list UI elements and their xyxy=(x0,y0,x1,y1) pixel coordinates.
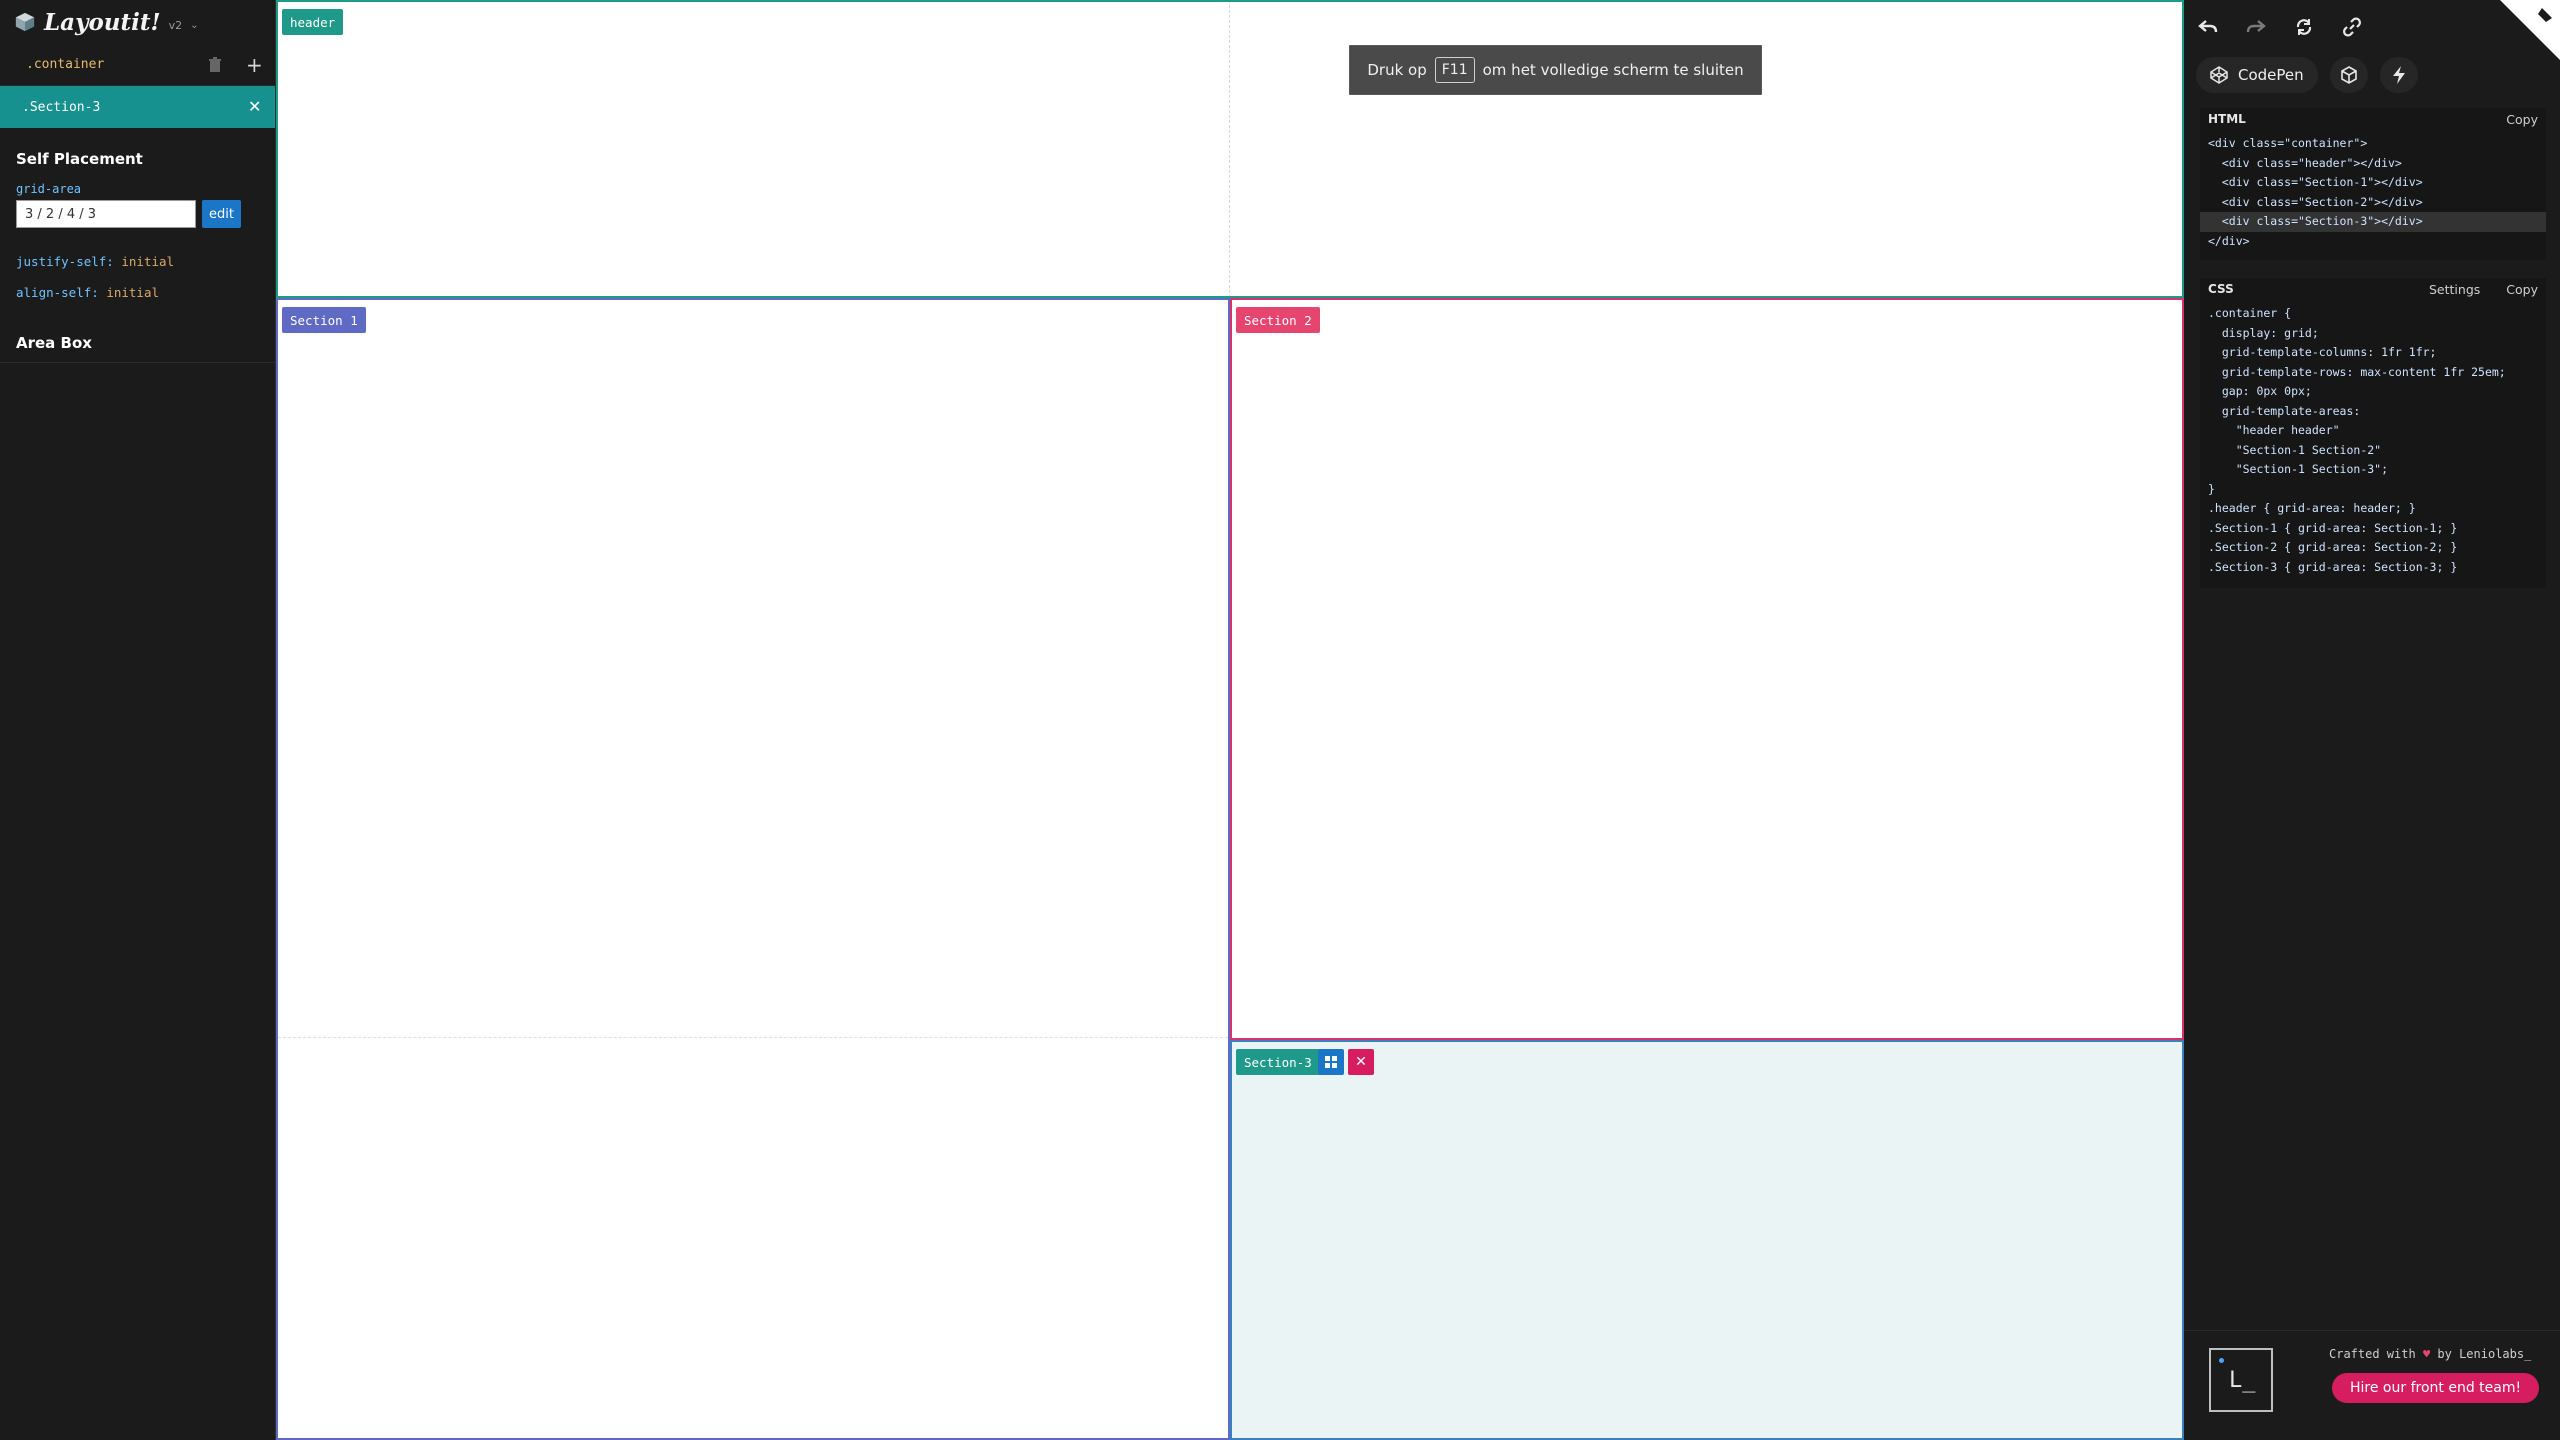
close-icon[interactable]: ✕ xyxy=(248,97,261,116)
align-self-key: align-self: xyxy=(16,285,99,300)
html-code-panel: HTML Copy <div class="container"> <div c… xyxy=(2200,108,2546,260)
logo-cube-icon xyxy=(15,12,35,32)
box-icon xyxy=(2340,66,2357,84)
logo-dot xyxy=(2219,1358,2224,1363)
refresh-icon xyxy=(2296,19,2312,35)
css_panel-line: .header { grid-area: header; } xyxy=(2208,501,2416,515)
self-placement-title: Self Placement xyxy=(16,150,143,168)
css_panel-line: .Section-3 { grid-area: Section-3; } xyxy=(2208,559,2458,574)
grid-icon xyxy=(1325,1056,1337,1068)
css-code-panel: CSS Settings Copy .container { display: … xyxy=(2200,278,2546,588)
html_panel-line: </div> xyxy=(2208,233,2250,248)
brand[interactable]: Layoutit! v2 ⌄ xyxy=(0,0,275,44)
link-icon xyxy=(2343,17,2361,37)
redo-button[interactable] xyxy=(2244,12,2268,42)
undo-icon xyxy=(2198,20,2218,33)
css-panel-title: CSS xyxy=(2208,282,2234,296)
tree-item-section-3[interactable]: .Section-3 ✕ xyxy=(0,86,275,128)
codepen-label: CodePen xyxy=(2238,66,2304,84)
delete-area-button[interactable]: ✕ xyxy=(1348,1049,1374,1075)
tree-item-container[interactable]: .container + xyxy=(0,44,275,86)
app-version: v2 xyxy=(168,18,183,32)
css_panel-line: display: grid; xyxy=(2208,325,2319,340)
leniolabs-logo[interactable]: L_ xyxy=(2209,1348,2273,1412)
justify-self-value[interactable]: initial xyxy=(121,254,174,269)
cell-tag-header[interactable]: header xyxy=(282,9,344,35)
corner-ribbon-icon[interactable] xyxy=(2500,0,2560,60)
html-code[interactable]: <div class="container"> <div class="head… xyxy=(2200,130,2546,255)
reset-button[interactable] xyxy=(2292,12,2316,42)
html_panel-line: <div class="Section-1"></div> xyxy=(2208,175,2423,189)
right-panel: CodePen HTML Copy <div class="container"… xyxy=(2184,0,2560,1440)
html-copy-button[interactable]: Copy xyxy=(2506,112,2538,127)
codesandbox-button[interactable] xyxy=(2329,57,2368,93)
close-icon: ✕ xyxy=(1355,1054,1367,1070)
left-sidebar: Layoutit! v2 ⌄ .container + .Section-3 ✕… xyxy=(0,0,276,1440)
css_panel-line: grid-template-areas: xyxy=(2208,403,2361,418)
row-guide xyxy=(278,1037,1228,1038)
html_panel-line: <div class="Section-2"></div> xyxy=(2208,194,2423,209)
fullscreen-toast: Druk op F11 om het volledige scherm te s… xyxy=(1349,45,1762,95)
justify-self-prop[interactable]: justify-self: initial xyxy=(0,254,275,269)
codepen-icon xyxy=(2210,66,2228,84)
grid-cell-header[interactable]: header xyxy=(276,0,2184,298)
tree-item-container-label: .container xyxy=(26,57,105,72)
html_panel-line: <div class="container"> xyxy=(2208,136,2368,150)
quick-export-button[interactable] xyxy=(2379,57,2418,93)
html_panel-line: <div class="header"></div> xyxy=(2208,155,2402,170)
crafted-suffix: by Leniolabs_ xyxy=(2437,1347,2532,1361)
css-code[interactable]: .container { display: grid; grid-templat… xyxy=(2200,300,2546,581)
add-item-icon[interactable]: + xyxy=(246,53,263,77)
align-self-prop[interactable]: align-self: initial xyxy=(0,285,275,300)
css_panel-line: .Section-1 { grid-area: Section-1; } xyxy=(2208,520,2458,535)
cell-tag-section-1[interactable]: Section 1 xyxy=(282,307,366,333)
area-box-title: Area Box xyxy=(0,334,275,363)
edit-button[interactable]: edit xyxy=(202,200,241,228)
html-panel-title: HTML xyxy=(2208,112,2246,126)
justify-self-key: justify-self: xyxy=(16,254,114,269)
css_panel-line: } xyxy=(2208,481,2215,496)
css_panel-line: .Section-2 { grid-area: Section-2; } xyxy=(2208,540,2458,554)
grid-cell-section-3[interactable]: Section-3 ✕ xyxy=(1230,1040,2184,1440)
css_panel-line: .container { xyxy=(2208,306,2292,320)
link-button[interactable] xyxy=(2340,12,2364,42)
footer: L_ Crafted with ♥ by Leniolabs_ Hire our… xyxy=(2184,1330,2560,1440)
css_panel-line: gap: 0px 0px; xyxy=(2208,384,2312,398)
version-caret-icon[interactable]: ⌄ xyxy=(190,20,198,31)
crafted-prefix: Crafted with xyxy=(2329,1347,2416,1361)
css_panel-line: "Section-1 Section-3"; xyxy=(2208,462,2389,476)
css_panel-line: "Section-1 Section-2" xyxy=(2208,442,2382,457)
css_panel-line: grid-template-rows: max-content 1fr 25em… xyxy=(2208,364,2506,379)
crafted-text: Crafted with ♥ by Leniolabs_ xyxy=(2329,1347,2531,1361)
tree-item-section-3-label: .Section-3 xyxy=(22,99,101,115)
toast-key: F11 xyxy=(1434,57,1475,83)
html_panel-line: <div class="Section-3"></div> xyxy=(2200,212,2546,232)
css_panel-line: grid-template-columns: 1fr 1fr; xyxy=(2208,345,2437,359)
undo-button[interactable] xyxy=(2196,12,2220,42)
app-name: Layoutit! xyxy=(44,8,161,36)
toast-text-before: Druk op xyxy=(1367,61,1427,79)
grid-canvas[interactable]: header Section 1 Section 2 Section-3 ✕ D… xyxy=(276,0,2184,1440)
css-settings-button[interactable]: Settings xyxy=(2429,282,2480,297)
grid-cell-section-2[interactable]: Section 2 xyxy=(1230,298,2184,1040)
css_panel-line: "header header" xyxy=(2208,423,2340,437)
grid-area-label: grid-area xyxy=(16,182,82,196)
logo-glyph: L_ xyxy=(2229,1368,2256,1393)
cell-tag-section-3[interactable]: Section-3 xyxy=(1236,1049,1320,1075)
redo-icon xyxy=(2246,20,2266,33)
css-copy-button[interactable]: Copy xyxy=(2506,282,2538,297)
codepen-button[interactable]: CodePen xyxy=(2196,57,2318,93)
lightning-icon xyxy=(2392,66,2405,84)
align-self-value[interactable]: initial xyxy=(106,285,159,300)
toast-text-after: om het volledige scherm te sluiten xyxy=(1482,61,1744,79)
hire-button[interactable]: Hire our front end team! xyxy=(2332,1373,2540,1403)
grid-area-input[interactable] xyxy=(16,200,196,228)
subgrid-button[interactable] xyxy=(1318,1049,1344,1075)
heart-icon: ♥ xyxy=(2422,1347,2431,1361)
trash-icon[interactable] xyxy=(206,56,224,74)
cell-tag-section-2[interactable]: Section 2 xyxy=(1236,307,1320,333)
grid-cell-section-1[interactable]: Section 1 xyxy=(276,298,1230,1440)
